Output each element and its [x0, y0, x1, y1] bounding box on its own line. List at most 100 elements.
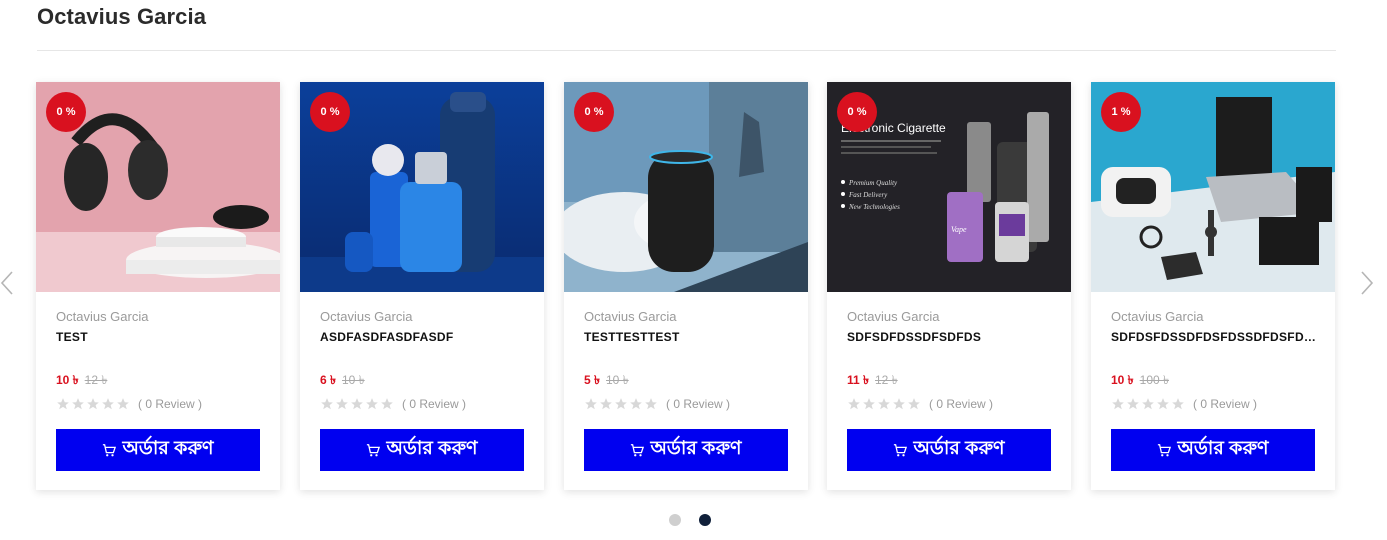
- star-icon: [1127, 398, 1139, 410]
- star-icon: [1142, 398, 1154, 410]
- star-icon: [1157, 398, 1169, 410]
- product-card[interactable]: Electronic Cigarette Premium Quality Fas…: [827, 82, 1071, 490]
- image-bullet: Fast Delivery: [848, 191, 888, 199]
- product-image-gadgets-desk[interactable]: 1 %: [1091, 82, 1335, 292]
- review-count: ( 0 Review ): [402, 397, 467, 411]
- product-prices: 10 ৳ 100 ৳: [1111, 372, 1169, 392]
- product-vendor: Octavius Garcia: [320, 309, 413, 324]
- product-vendor: Octavius Garcia: [847, 309, 940, 324]
- star-icon: [1112, 398, 1124, 410]
- star-icon: [878, 398, 890, 410]
- product-name[interactable]: SDFDSFDSSDFDSFDSSDFDSFDSSDFDSF: [1111, 330, 1321, 344]
- product-prices: 10 ৳ 12 ৳: [56, 372, 107, 392]
- order-button[interactable]: অর্ডার করুণ: [1111, 429, 1315, 471]
- image-label: Vape: [951, 225, 967, 234]
- carousel-next-button[interactable]: [1360, 270, 1374, 296]
- star-icon: [863, 398, 875, 410]
- star-icon: [87, 398, 99, 410]
- carousel-dot-2[interactable]: [699, 514, 711, 526]
- chevron-right-icon: [1361, 271, 1374, 295]
- star-icon: [600, 398, 612, 410]
- product-rating: ( 0 Review ): [320, 397, 466, 411]
- product-name[interactable]: TEST: [56, 330, 266, 344]
- star-icon: [615, 398, 627, 410]
- star-icon: [72, 398, 84, 410]
- product-image-headphones[interactable]: 0 %: [36, 82, 280, 292]
- product-name[interactable]: ASDFASDFASDFASDF: [320, 330, 530, 344]
- old-price: 12 ৳: [875, 373, 898, 387]
- carousel-pagination: [669, 514, 711, 526]
- old-price: 100 ৳: [1139, 373, 1170, 387]
- discount-badge: 0 %: [46, 92, 86, 132]
- star-icon: [381, 398, 393, 410]
- star-rating: [56, 397, 130, 411]
- order-button[interactable]: অর্ডার করুণ: [56, 429, 260, 471]
- product-card[interactable]: 0 % Octavius Garcia TESTTESTTEST 5 ৳ 10 ৳…: [564, 82, 808, 490]
- product-rating: ( 0 Review ): [584, 397, 730, 411]
- star-icon: [848, 398, 860, 410]
- current-price: 5 ৳: [584, 373, 600, 387]
- star-icon: [908, 398, 920, 410]
- cart-icon: [367, 444, 381, 457]
- cart-icon: [631, 444, 645, 457]
- current-price: 11 ৳: [847, 373, 869, 387]
- product-rating: ( 0 Review ): [56, 397, 202, 411]
- product-name[interactable]: SDFSDFDSSDFSDFDS: [847, 330, 1057, 344]
- order-button[interactable]: অর্ডার করুণ: [320, 429, 524, 471]
- order-button[interactable]: অর্ডার করুণ: [584, 429, 788, 471]
- cart-icon: [894, 444, 908, 457]
- review-count: ( 0 Review ): [929, 397, 994, 411]
- product-name[interactable]: TESTTESTTEST: [584, 330, 794, 344]
- order-button-label: অর্ডার করুণ: [386, 438, 478, 459]
- product-image-smart-speaker[interactable]: 0 %: [564, 82, 808, 292]
- product-card[interactable]: 0 % Octavius Garcia TEST 10 ৳ 12 ৳ ( 0 Re…: [36, 82, 280, 490]
- review-count: ( 0 Review ): [666, 397, 731, 411]
- order-button-label: অর্ডার করুণ: [122, 438, 214, 459]
- order-button[interactable]: অর্ডার করুণ: [847, 429, 1051, 471]
- product-vendor: Octavius Garcia: [1111, 309, 1204, 324]
- cart-icon: [1158, 444, 1172, 457]
- order-button-label: অর্ডার করুণ: [1177, 438, 1269, 459]
- star-rating: [847, 397, 921, 411]
- product-image-e-cigarette[interactable]: Electronic Cigarette Premium Quality Fas…: [827, 82, 1071, 292]
- review-count: ( 0 Review ): [1193, 397, 1258, 411]
- star-icon: [630, 398, 642, 410]
- star-icon: [336, 398, 348, 410]
- star-icon: [645, 398, 657, 410]
- carousel-prev-button[interactable]: [0, 270, 14, 296]
- star-icon: [57, 398, 69, 410]
- star-rating: [584, 397, 658, 411]
- star-rating: [320, 397, 394, 411]
- product-card[interactable]: 1 % Octavius Garcia SDFDSFDSSDFDSFDSSDFD…: [1091, 82, 1335, 490]
- product-rating: ( 0 Review ): [847, 397, 993, 411]
- star-icon: [1172, 398, 1184, 410]
- star-icon: [351, 398, 363, 410]
- star-icon: [102, 398, 114, 410]
- image-bullet: New Technologies: [848, 203, 900, 211]
- star-icon: [893, 398, 905, 410]
- review-count: ( 0 Review ): [138, 397, 203, 411]
- product-prices: 11 ৳ 12 ৳: [847, 372, 898, 392]
- product-rating: ( 0 Review ): [1111, 397, 1257, 411]
- product-prices: 6 ৳ 10 ৳: [320, 372, 365, 392]
- current-price: 10 ৳: [56, 373, 79, 387]
- order-button-label: অর্ডার করুণ: [913, 438, 1005, 459]
- old-price: 10 ৳: [606, 373, 629, 387]
- old-price: 10 ৳: [342, 373, 365, 387]
- discount-badge: 0 %: [574, 92, 614, 132]
- product-prices: 5 ৳ 10 ৳: [584, 372, 629, 392]
- carousel-dot-1[interactable]: [669, 514, 681, 526]
- current-price: 10 ৳: [1111, 373, 1134, 387]
- star-rating: [1111, 397, 1185, 411]
- chevron-left-icon: [0, 271, 13, 295]
- product-image-cosmetics[interactable]: 0 %: [300, 82, 544, 292]
- product-card[interactable]: 0 % Octavius Garcia ASDFASDFASDFASDF 6 ৳…: [300, 82, 544, 490]
- star-icon: [366, 398, 378, 410]
- order-button-label: অর্ডার করুণ: [650, 438, 742, 459]
- section-title: Octavius Garcia: [37, 4, 207, 29]
- star-icon: [321, 398, 333, 410]
- current-price: 6 ৳: [320, 373, 336, 387]
- cart-icon: [103, 444, 117, 457]
- product-vendor: Octavius Garcia: [56, 309, 149, 324]
- discount-badge: 1 %: [1101, 92, 1141, 132]
